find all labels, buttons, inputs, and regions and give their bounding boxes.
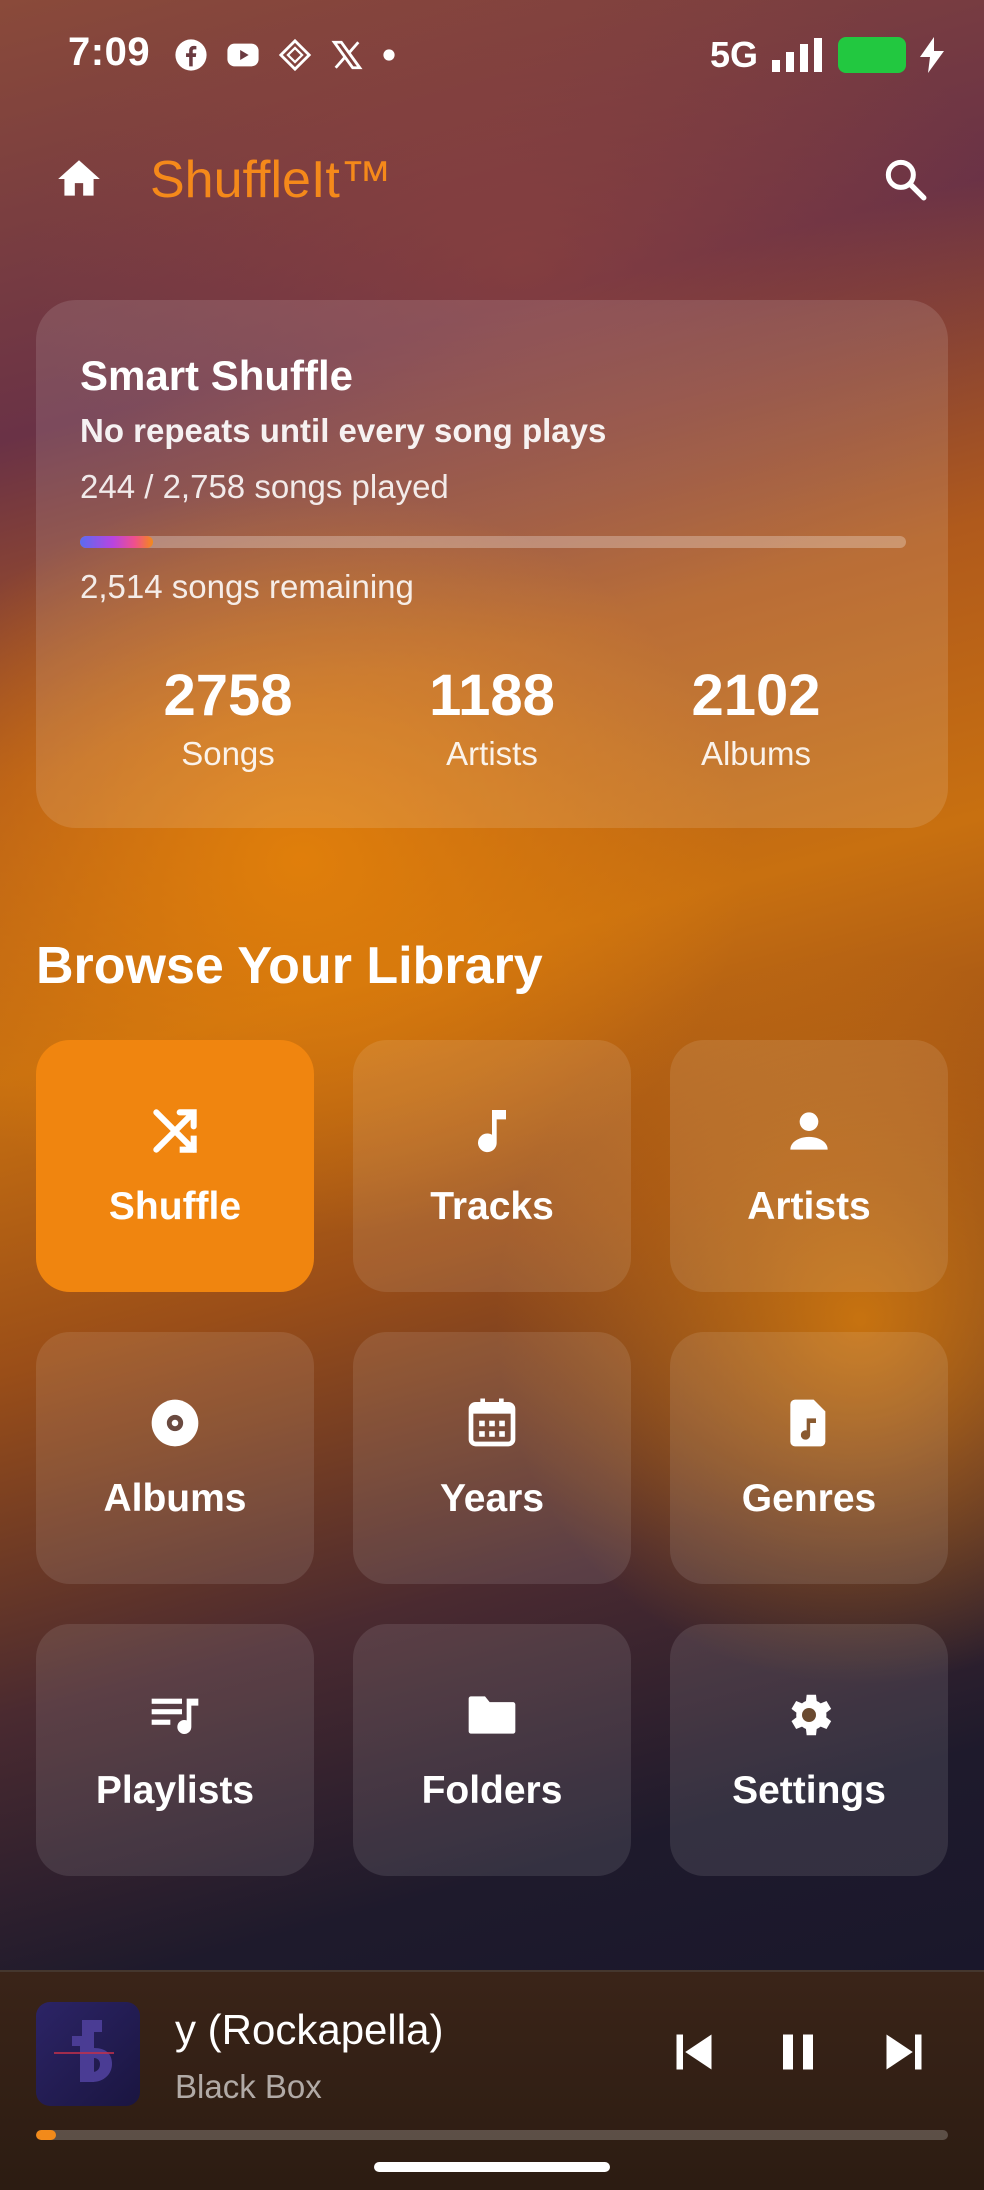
stat-value: 2102: [691, 663, 821, 728]
smart-shuffle-subtitle: No repeats until every song plays: [80, 412, 607, 449]
signal-icon: [772, 38, 822, 72]
shuffle-progress-fill: [80, 536, 154, 548]
skip-previous-icon[interactable]: [664, 2022, 724, 2082]
album-art[interactable]: [36, 2002, 140, 2106]
disc-icon: [151, 1399, 199, 1447]
skip-next-icon[interactable]: [874, 2022, 934, 2082]
battery-icon: [838, 37, 906, 73]
playback-progress-fill: [36, 2130, 57, 2140]
tile-tracks[interactable]: Tracks: [353, 1040, 631, 1292]
tile-albums[interactable]: Albums: [36, 1332, 314, 1584]
stat-value: 2758: [163, 663, 293, 728]
songs-remaining-text: 2,514 songs remaining: [80, 568, 414, 605]
status-time: 7:09: [68, 30, 151, 74]
youtube-icon: [227, 43, 259, 67]
x-icon: [331, 40, 363, 70]
now-playing-bar[interactable]: y (Rockapella) Black Box: [0, 1970, 984, 2190]
network-type: 5G: [709, 34, 758, 75]
stat-label: Songs: [181, 735, 275, 772]
album-art-logo: [54, 2020, 114, 2082]
shuffle-icon: [153, 1109, 197, 1153]
tile-label: Shuffle: [108, 1185, 242, 1228]
now-playing-title: y (Rockapella): [175, 2006, 444, 2053]
music-file-icon: [790, 1399, 826, 1447]
tile-label: Years: [439, 1477, 545, 1520]
gear-icon: [791, 1694, 832, 1736]
tile-shuffle[interactable]: Shuffle: [36, 1040, 314, 1292]
tile-label: Playlists: [95, 1769, 255, 1812]
tile-genres[interactable]: Genres: [670, 1332, 948, 1584]
tile-label: Albums: [103, 1477, 247, 1520]
library-grid: Shuffle Tracks Artists Albums Years Genr…: [36, 1040, 948, 1876]
stat-songs: 2758 Songs: [108, 660, 348, 776]
dot-icon: [383, 49, 395, 61]
tile-label: Genres: [741, 1477, 877, 1520]
app-title: ShuffleIt™: [150, 151, 392, 209]
search-icon[interactable]: [880, 154, 930, 204]
stat-value: 1188: [429, 663, 555, 728]
status-bar: 7:09 5G: [0, 0, 984, 112]
songs-played-text: 244 / 2,758 songs played: [80, 468, 449, 505]
app-diamond-icon: [278, 38, 312, 72]
tile-playlists[interactable]: Playlists: [36, 1624, 314, 1876]
smart-shuffle-title: Smart Shuffle: [80, 352, 354, 399]
tile-label: Tracks: [430, 1185, 554, 1228]
now-playing-artist: Black Box: [175, 2068, 322, 2105]
browse-library-title: Browse Your Library: [36, 937, 543, 995]
app-bar: ShuffleIt™: [0, 140, 984, 220]
shuffle-progress-bar: [80, 536, 906, 548]
stat-albums: 2102 Albums: [636, 660, 876, 776]
person-icon: [790, 1112, 828, 1150]
music-note-icon: [478, 1110, 506, 1153]
stat-artists: 1188 Artists: [372, 660, 612, 776]
status-right: 5G: [710, 34, 944, 76]
stat-label: Artists: [446, 735, 538, 772]
charging-icon: [920, 37, 944, 73]
tile-folders[interactable]: Folders: [353, 1624, 631, 1876]
playback-progress-bar[interactable]: [36, 2130, 948, 2140]
tile-years[interactable]: Years: [353, 1332, 631, 1584]
tile-label: Settings: [732, 1769, 886, 1812]
notification-icons: [174, 38, 396, 72]
home-icon[interactable]: [54, 154, 104, 204]
folder-icon: [468, 1696, 516, 1734]
stat-label: Albums: [700, 735, 812, 772]
tile-settings[interactable]: Settings: [670, 1624, 948, 1876]
library-stats: 2758 Songs 1188 Artists 2102 Albums: [36, 660, 948, 790]
pause-icon[interactable]: [768, 2022, 828, 2082]
smart-shuffle-card[interactable]: Smart Shuffle No repeats until every son…: [36, 300, 948, 828]
facebook-icon: [175, 39, 207, 71]
tile-label: Folders: [421, 1769, 563, 1812]
tile-label: Artists: [747, 1185, 871, 1228]
playlist-icon: [151, 1698, 199, 1734]
home-indicator[interactable]: [374, 2162, 610, 2172]
calendar-icon: [468, 1398, 516, 1447]
tile-artists[interactable]: Artists: [670, 1040, 948, 1292]
